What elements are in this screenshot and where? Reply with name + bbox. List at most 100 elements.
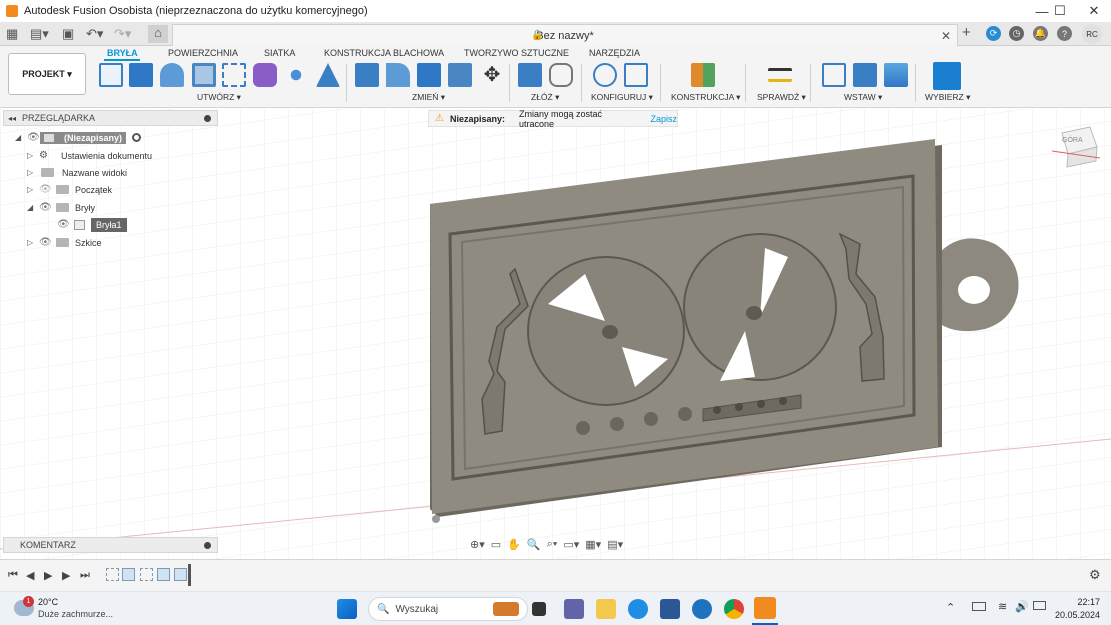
task-view-icon[interactable]	[532, 602, 546, 616]
help-icon[interactable]: ?	[1057, 26, 1072, 41]
expand-arrow-icon[interactable]: ▷	[27, 185, 39, 194]
group-insert[interactable]: WSTAW ▾	[844, 92, 882, 103]
orbit-icon[interactable]: ⊕▾	[470, 538, 485, 551]
revolve-icon[interactable]	[160, 63, 184, 87]
tree-item-bodies[interactable]: ◢ 👁 Bryły	[27, 199, 95, 216]
timeline-marker[interactable]	[188, 564, 191, 586]
fillet-icon[interactable]	[386, 63, 410, 87]
taskbar-search[interactable]: 🔍 Wyszukaj	[368, 597, 528, 621]
close-window-button[interactable]: ✕	[1071, 0, 1111, 22]
insert-derive-icon[interactable]	[822, 63, 846, 87]
expand-arrow-icon[interactable]: ▷	[27, 238, 39, 247]
select-icon[interactable]	[933, 62, 961, 90]
chevron-up-icon[interactable]: ⌃	[946, 601, 955, 614]
volume-icon[interactable]: 🔊	[1015, 600, 1029, 613]
fusion-taskbar-icon[interactable]	[754, 597, 776, 619]
group-configure[interactable]: KONFIGURUJ ▾	[591, 92, 653, 103]
timeline-extrude-2[interactable]	[157, 568, 170, 581]
tab-mesh[interactable]: SIATKA	[264, 48, 295, 58]
windows-start-icon[interactable]	[337, 599, 357, 619]
expand-arrow-icon[interactable]: ◢	[15, 133, 27, 142]
new-component-icon[interactable]	[518, 63, 542, 87]
clock-time[interactable]: 22:17	[1060, 597, 1100, 607]
group-construct[interactable]: KONSTRUKCJA ▾	[671, 92, 740, 103]
apps-grid-icon[interactable]: ▦	[6, 26, 18, 42]
save-icon[interactable]: ▣	[62, 26, 74, 42]
tab-sheet-metal[interactable]: KONSTRUKCJA BLACHOWA	[324, 48, 444, 58]
tree-item-body1[interactable]: 👁 Bryła1	[57, 216, 127, 233]
user-avatar[interactable]: RC	[1082, 24, 1102, 44]
add-comment-icon[interactable]	[204, 541, 211, 549]
tree-item-sketches[interactable]: ▷ 👁 Szkice	[27, 234, 102, 251]
shell-icon[interactable]	[417, 63, 441, 87]
wifi-icon[interactable]: ≋	[998, 600, 1007, 613]
tree-item-named-views[interactable]: ▷ Nazwane widoki	[27, 164, 127, 181]
clock-date[interactable]: 20.05.2024	[1048, 610, 1100, 620]
browser-header[interactable]: ◂◂ PRZEGLĄDARKA	[3, 110, 218, 126]
look-at-icon[interactable]: ▭	[491, 538, 501, 551]
timeline-settings-icon[interactable]: ⚙	[1089, 567, 1101, 583]
browser-root[interactable]: ◢ 👁 (Niezapisany)	[15, 129, 142, 146]
display-settings-icon[interactable]: ▭▾	[563, 538, 579, 551]
step-back-icon[interactable]: ◀	[26, 569, 34, 582]
notifications-icon[interactable]: 🔔	[1033, 26, 1048, 41]
weather-temperature[interactable]: 20°C	[38, 597, 58, 607]
pattern-icon[interactable]	[222, 63, 246, 87]
visibility-icon[interactable]: 👁	[27, 132, 40, 143]
insert-image-icon[interactable]	[884, 63, 908, 87]
group-inspect[interactable]: SPRAWDŹ ▾	[757, 92, 806, 103]
new-tab-icon[interactable]: +	[962, 24, 971, 41]
group-create[interactable]: UTWÓRZ ▾	[197, 92, 241, 103]
expand-arrow-icon[interactable]: ▷	[27, 168, 39, 177]
activate-radio-icon[interactable]	[132, 133, 142, 142]
group-select[interactable]: WYBIERZ ▾	[925, 92, 970, 103]
tree-item-document-settings[interactable]: ▷ ⚙ Ustawienia dokumentu	[27, 147, 152, 164]
teams-icon[interactable]	[564, 599, 584, 619]
redo-icon[interactable]: ↷▾	[114, 26, 131, 42]
move-icon[interactable]: ✥	[480, 63, 504, 87]
mirror-icon[interactable]	[316, 63, 340, 87]
expand-arrow-icon[interactable]: ▷	[27, 151, 39, 160]
close-tab-button[interactable]: ✕	[941, 29, 951, 43]
visibility-icon[interactable]: 👁	[39, 202, 52, 213]
timeline-extrude-1[interactable]	[122, 568, 135, 581]
tab-tools[interactable]: NARZĘDZIA	[589, 48, 640, 58]
fit-icon[interactable]: ⌕▾	[547, 538, 558, 551]
viewports-icon[interactable]: ▤▾	[607, 538, 623, 551]
collapse-panel-icon[interactable]: ◂◂	[8, 114, 16, 123]
grid-settings-icon[interactable]: ▦▾	[585, 538, 601, 551]
visibility-icon[interactable]: 👁	[39, 237, 52, 248]
measure-icon[interactable]	[768, 68, 792, 82]
play-icon[interactable]: ▶	[44, 569, 52, 582]
group-assemble[interactable]: ZŁÓŻ ▾	[531, 92, 559, 103]
configure-icon[interactable]	[593, 63, 617, 87]
chrome-icon[interactable]	[724, 599, 744, 619]
tab-solid[interactable]: BRYŁA	[107, 48, 138, 58]
battery-icon[interactable]	[1033, 601, 1046, 610]
save-link[interactable]: Zapisz	[650, 114, 677, 124]
store-icon[interactable]	[660, 599, 680, 619]
expand-arrow-icon[interactable]: ◢	[27, 203, 39, 212]
split-icon[interactable]	[448, 63, 472, 87]
display-icon[interactable]	[972, 602, 986, 611]
document-tab[interactable]: 🔒 Bez nazwy* ✕	[172, 24, 958, 46]
go-to-start-icon[interactable]: ⏮	[8, 569, 18, 582]
tab-surface[interactable]: POWIERZCHNIA	[168, 48, 238, 58]
zoom-icon[interactable]: 🔍	[527, 538, 541, 551]
step-forward-icon[interactable]: ▶	[62, 569, 70, 582]
app-icon[interactable]	[692, 599, 712, 619]
scatter-icon[interactable]	[284, 63, 308, 87]
go-to-end-icon[interactable]: ⏭	[80, 569, 90, 582]
timeline-sketch-2[interactable]	[140, 568, 153, 581]
pan-icon[interactable]: ✋	[507, 538, 521, 551]
group-modify[interactable]: ZMIEŃ ▾	[412, 92, 445, 103]
press-pull-icon[interactable]	[355, 63, 379, 87]
visibility-icon[interactable]: 👁	[57, 219, 70, 230]
edge-icon[interactable]	[628, 599, 648, 619]
comments-panel[interactable]: KOMENTARZ	[3, 537, 218, 553]
timeline-sketch-1[interactable]	[106, 568, 119, 581]
project-button[interactable]: PROJEKT ▾	[8, 53, 86, 95]
pin-icon[interactable]	[204, 114, 211, 122]
viewcube-label[interactable]: GÓRA	[1062, 135, 1083, 144]
table-configure-icon[interactable]	[624, 63, 648, 87]
